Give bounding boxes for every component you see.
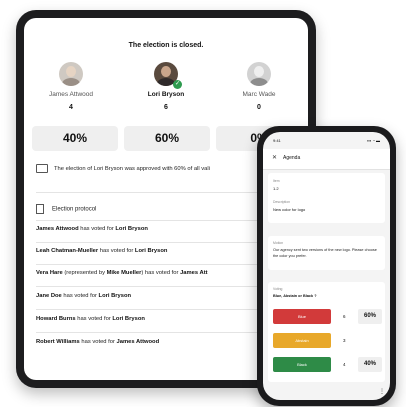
- ballot-icon: [36, 164, 48, 173]
- candidate-name: Marc Wade: [242, 91, 276, 98]
- protocol-title: Election protocol: [52, 206, 97, 213]
- description-value: New color for logo: [273, 207, 306, 212]
- election-status-title: The election is closed.: [128, 42, 204, 49]
- candidate-percent-box: 40%: [32, 126, 118, 151]
- item-label: Item: [273, 179, 280, 183]
- vote-count: 4: [343, 362, 346, 367]
- voting-label: Voting: [273, 287, 283, 291]
- candidate-percent-box: 60%: [124, 126, 210, 151]
- agenda-header: ✕ Agenda: [263, 149, 390, 170]
- candidate-james-attwood[interactable]: James Attwood 4: [26, 62, 116, 111]
- motion-card: Motion Our agency sent two versions of t…: [268, 236, 385, 270]
- checkmark-icon: ✓: [173, 80, 182, 89]
- candidate-name: James Attwood: [48, 91, 94, 98]
- vote-black-button[interactable]: Black: [273, 357, 331, 372]
- vote-percent: 60%: [358, 309, 382, 324]
- vote-percent: 40%: [358, 357, 382, 372]
- candidate-vote-count: 4: [69, 104, 73, 111]
- phone-screen: 9:41 ▪▪▪ ◔ ▬ ✕ Agenda Item 1.2 Descripti…: [263, 132, 390, 400]
- candidate-vote-count: 6: [164, 104, 168, 111]
- phone-device: 9:41 ▪▪▪ ◔ ▬ ✕ Agenda Item 1.2 Descripti…: [257, 126, 396, 406]
- more-options-icon[interactable]: ⋮: [263, 388, 385, 395]
- status-bar: 9:41 ▪▪▪ ◔ ▬: [273, 138, 380, 143]
- signal-icon: ▪▪▪ ◔ ▬: [367, 138, 380, 143]
- vote-abstain-button[interactable]: Abstain: [273, 333, 331, 348]
- voting-card: Voting Blue, Abstain or Black ? Blue 6 6…: [268, 282, 385, 382]
- description-label: Description: [273, 200, 290, 204]
- candidate-name: Lori Bryson: [147, 91, 185, 98]
- document-icon: [36, 204, 44, 214]
- item-value: 1.2: [273, 186, 279, 191]
- election-protocol-header: Election protocol: [36, 204, 96, 214]
- candidate-vote-count: 0: [257, 104, 261, 111]
- vote-blue-button[interactable]: Blue: [273, 309, 331, 324]
- approval-text: The election of Lori Bryson was approved…: [54, 166, 210, 173]
- voting-question: Blue, Abstain or Black ?: [273, 294, 317, 298]
- motion-label: Motion: [273, 241, 284, 245]
- avatar: [59, 62, 83, 86]
- agenda-title: Agenda: [283, 155, 301, 161]
- vote-count: 6: [343, 314, 346, 319]
- avatar: [247, 62, 271, 86]
- candidate-lori-bryson[interactable]: ✓ Lori Bryson 6: [121, 62, 211, 111]
- vote-count: 3: [343, 338, 346, 343]
- status-time: 9:41: [273, 138, 281, 143]
- motion-text: Our agency sent two versions of the new …: [273, 248, 377, 258]
- item-card: Item 1.2 Description New color for logo: [268, 173, 385, 223]
- candidate-marc-wade[interactable]: Marc Wade 0: [214, 62, 304, 111]
- close-icon[interactable]: ✕: [272, 154, 277, 161]
